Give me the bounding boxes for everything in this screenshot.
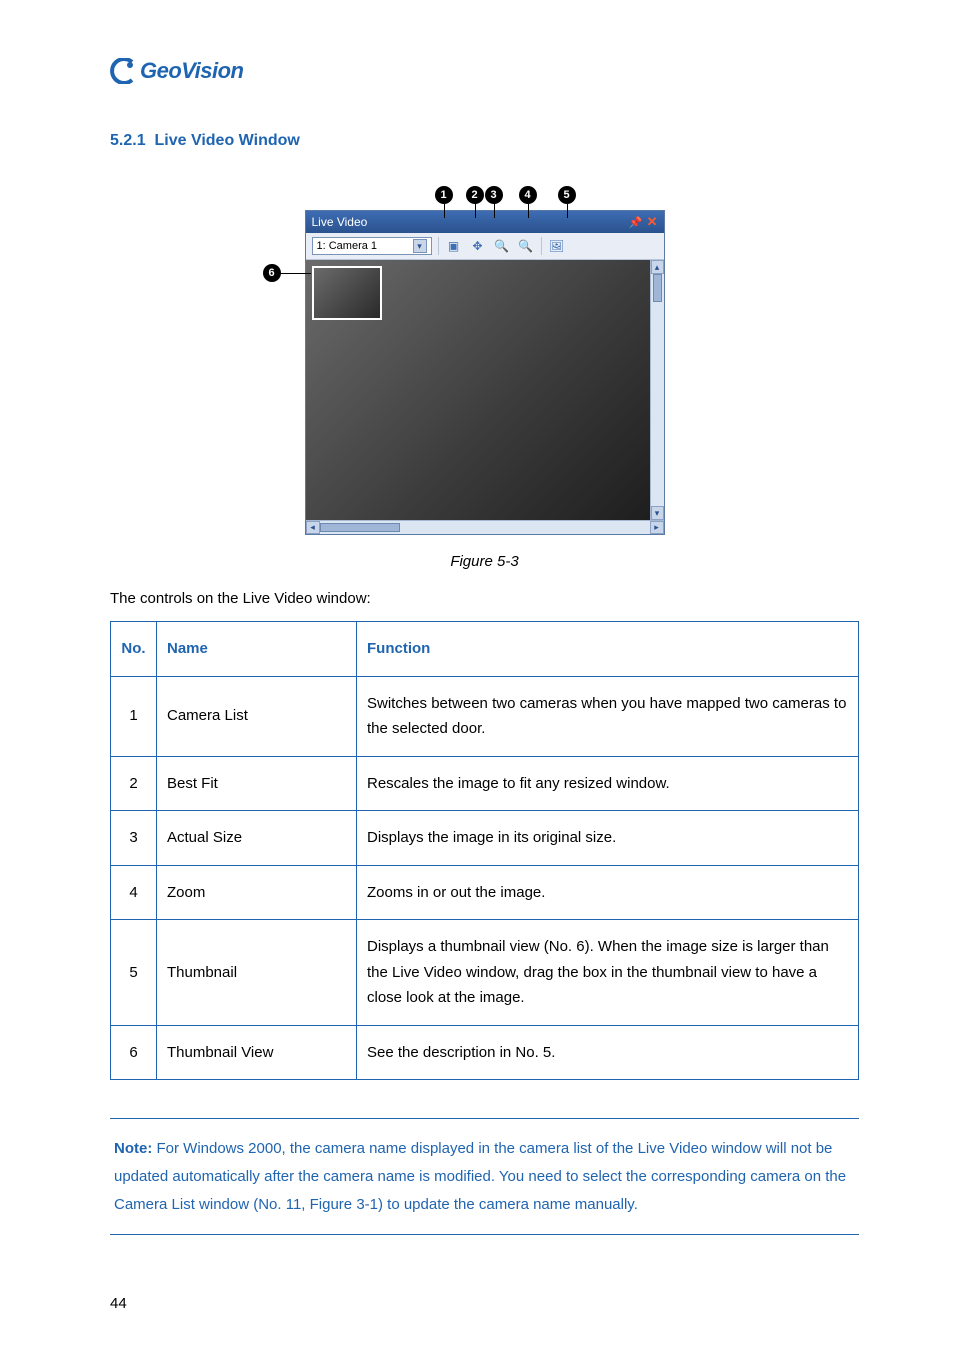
video-main[interactable] xyxy=(306,260,650,520)
cell-name: Thumbnail xyxy=(157,920,357,1026)
zoom-out-button[interactable]: 🔍 xyxy=(517,237,535,255)
th-function: Function xyxy=(357,622,859,677)
cell-name: Zoom xyxy=(157,865,357,920)
scroll-right-icon[interactable]: ▸ xyxy=(650,521,664,534)
best-fit-button[interactable]: ▣ xyxy=(445,237,463,255)
cell-name: Actual Size xyxy=(157,811,357,866)
callout-4: 4 xyxy=(519,186,537,204)
cell-no: 2 xyxy=(111,756,157,811)
vscroll-thumb[interactable] xyxy=(653,274,662,302)
horizontal-scrollbar[interactable]: ◂ ▸ xyxy=(306,520,664,534)
close-icon[interactable]: ✕ xyxy=(647,214,658,230)
note-box: Note: For Windows 2000, the camera name … xyxy=(110,1118,859,1235)
cell-name: Camera List xyxy=(157,676,357,756)
panel-title: Live Video xyxy=(312,215,368,229)
camera-list-dropdown[interactable]: 1: Camera 1 ▾ xyxy=(312,237,432,255)
video-area: ▴ ▾ xyxy=(306,260,664,520)
brand-logo: GeoVision xyxy=(110,58,859,84)
figure-caption: Figure 5-3 xyxy=(110,553,859,570)
panel-toolbar: 1: Camera 1 ▾ ▣ ✥ 🔍 🔍 🖼 xyxy=(306,233,664,260)
thumbnail-button[interactable]: 🖼 xyxy=(548,237,566,255)
live-video-panel: Live Video 📌 ✕ 1: Camera 1 ▾ ▣ ✥ 🔍 🔍 🖼 xyxy=(305,210,665,535)
callout-1: 1 xyxy=(435,186,453,204)
page-number: 44 xyxy=(110,1295,127,1312)
callout-6: 6 xyxy=(263,264,281,282)
hscroll-thumb[interactable] xyxy=(320,523,400,532)
table-row: 5ThumbnailDisplays a thumbnail view (No.… xyxy=(111,920,859,1026)
controls-table: No. Name Function 1Camera ListSwitches b… xyxy=(110,621,859,1080)
cell-no: 6 xyxy=(111,1025,157,1080)
pin-icon[interactable]: 📌 xyxy=(629,216,643,229)
cell-function: Displays the image in its original size. xyxy=(357,811,859,866)
scroll-up-icon[interactable]: ▴ xyxy=(651,260,664,274)
table-row: 2Best FitRescales the image to fit any r… xyxy=(111,756,859,811)
cell-no: 5 xyxy=(111,920,157,1026)
logo-text: GeoVision xyxy=(140,58,243,84)
callout-3: 3 xyxy=(485,186,503,204)
camera-select-value: 1: Camera 1 xyxy=(317,240,378,252)
panel-titlebar: Live Video 📌 ✕ xyxy=(306,211,664,233)
vertical-scrollbar[interactable]: ▴ ▾ xyxy=(650,260,664,520)
actual-size-button[interactable]: ✥ xyxy=(469,237,487,255)
intro-text: The controls on the Live Video window: xyxy=(110,590,859,607)
cell-function: See the description in No. 5. xyxy=(357,1025,859,1080)
thumbnail-view[interactable] xyxy=(312,266,382,320)
cell-function: Switches between two cameras when you ha… xyxy=(357,676,859,756)
chevron-down-icon: ▾ xyxy=(413,239,427,253)
scroll-left-icon[interactable]: ◂ xyxy=(306,521,320,534)
cell-function: Rescales the image to fit any resized wi… xyxy=(357,756,859,811)
table-row: 1Camera ListSwitches between two cameras… xyxy=(111,676,859,756)
scroll-down-icon[interactable]: ▾ xyxy=(651,506,664,520)
cell-no: 4 xyxy=(111,865,157,920)
callout-2: 2 xyxy=(466,186,484,204)
note-label: Note: xyxy=(114,1140,152,1157)
cell-no: 3 xyxy=(111,811,157,866)
cell-name: Thumbnail View xyxy=(157,1025,357,1080)
figure-live-video: 1 2 3 4 5 Live Video 📌 ✕ 1: Camera 1 xyxy=(305,186,665,535)
logo-mark xyxy=(110,58,136,84)
callout-5: 5 xyxy=(558,186,576,204)
zoom-in-button[interactable]: 🔍 xyxy=(493,237,511,255)
cell-name: Best Fit xyxy=(157,756,357,811)
cell-no: 1 xyxy=(111,676,157,756)
section-title: Live Video Window xyxy=(154,132,299,149)
cell-function: Zooms in or out the image. xyxy=(357,865,859,920)
th-name: Name xyxy=(157,622,357,677)
section-number: 5.2.1 xyxy=(110,132,146,149)
section-heading: 5.2.1 Live Video Window xyxy=(110,132,859,150)
note-text: For Windows 2000, the camera name displa… xyxy=(114,1140,846,1213)
table-row: 6Thumbnail ViewSee the description in No… xyxy=(111,1025,859,1080)
table-row: 3Actual SizeDisplays the image in its or… xyxy=(111,811,859,866)
th-no: No. xyxy=(111,622,157,677)
table-row: 4ZoomZooms in or out the image. xyxy=(111,865,859,920)
cell-function: Displays a thumbnail view (No. 6). When … xyxy=(357,920,859,1026)
